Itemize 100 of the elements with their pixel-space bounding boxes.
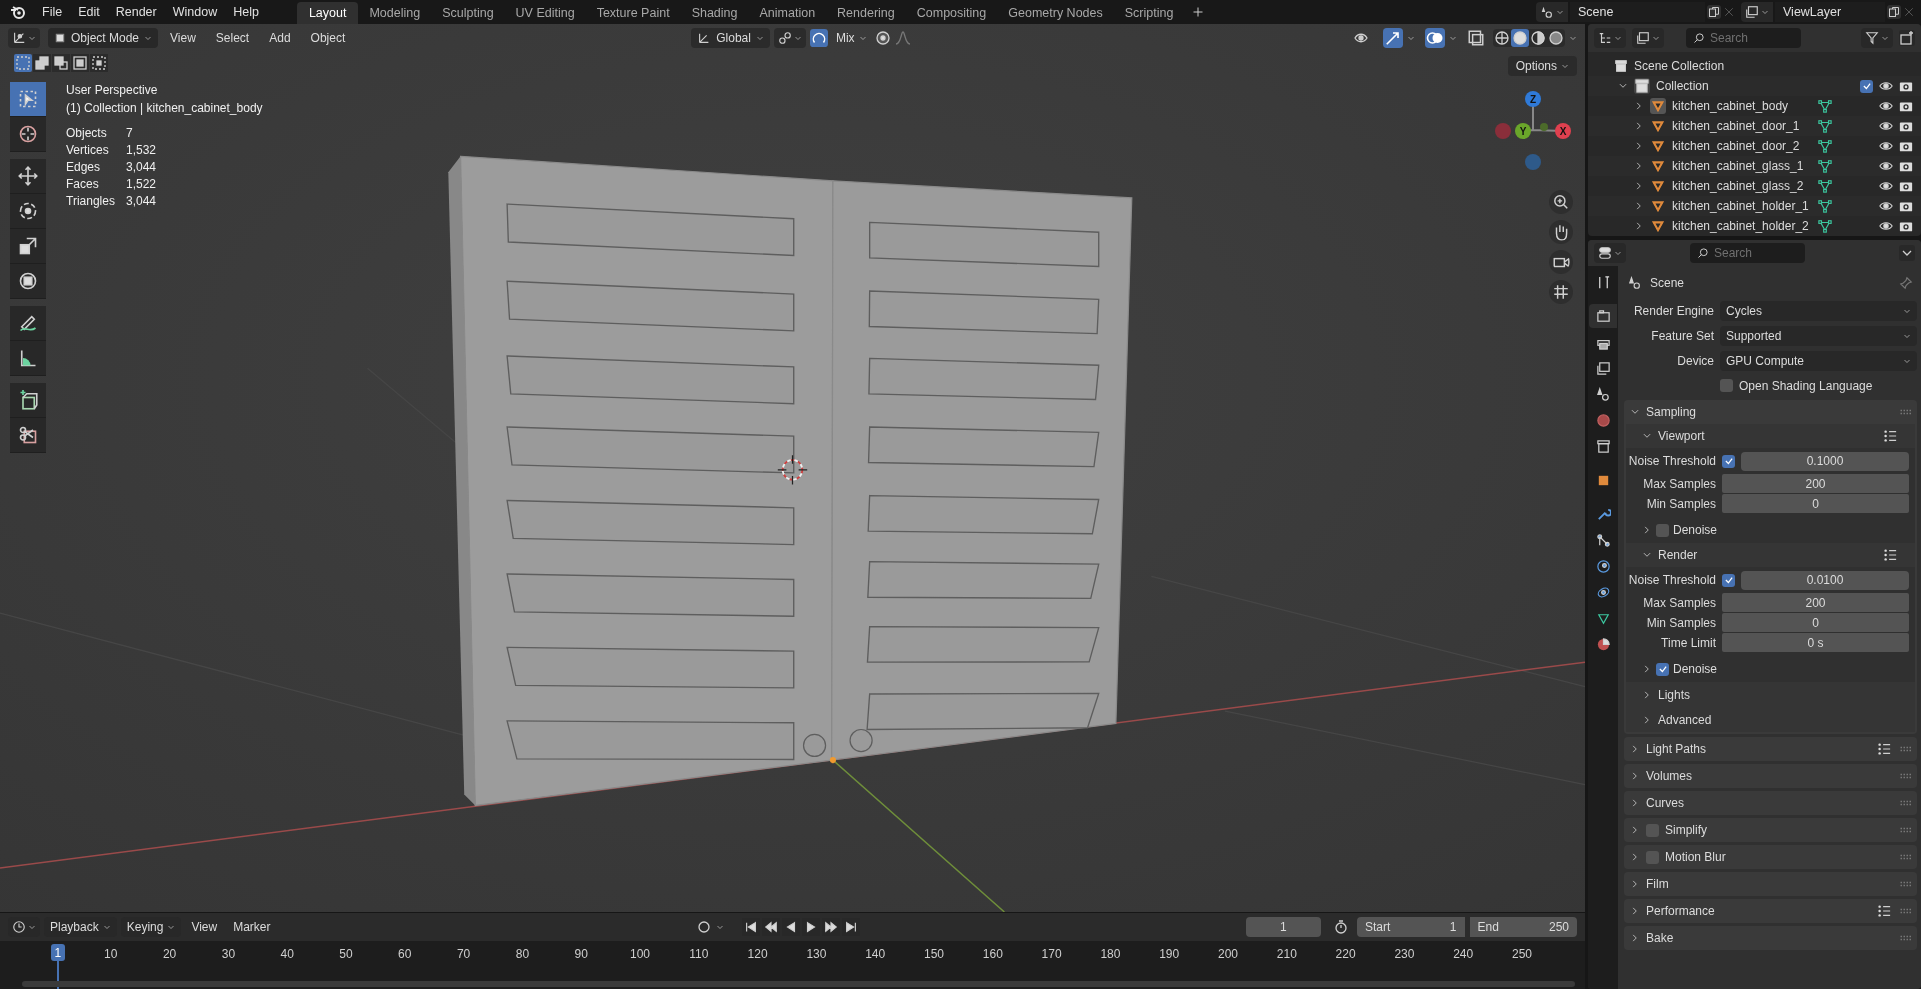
checkbox[interactable] — [1860, 79, 1873, 93]
chevron-icon[interactable] — [1618, 81, 1628, 91]
subpanel-title[interactable]: Denoise — [1673, 660, 1718, 678]
properties-tab[interactable] — [1589, 304, 1617, 328]
tool-button[interactable] — [10, 306, 46, 341]
proportional-edit-icon[interactable] — [874, 30, 891, 46]
mesh-data-icon[interactable] — [1818, 199, 1832, 213]
editor-type-dropdown[interactable] — [1594, 28, 1626, 48]
chevron-icon[interactable] — [1630, 933, 1640, 943]
start-frame-field[interactable]: Start 1 — [1357, 917, 1465, 937]
outliner-item[interactable]: Collection — [1656, 77, 1709, 95]
selection-mode-icon[interactable] — [52, 54, 70, 72]
blender-logo-icon[interactable] — [10, 4, 26, 20]
scene-type-dropdown[interactable] — [1536, 2, 1568, 22]
tool-button[interactable] — [10, 418, 46, 453]
panel-title[interactable]: Light Paths — [1646, 740, 1707, 758]
copy-icon[interactable] — [1887, 5, 1901, 19]
tool-button[interactable] — [10, 117, 46, 152]
end-frame-field[interactable]: End 250 — [1469, 917, 1577, 937]
chevron-icon[interactable] — [1630, 744, 1640, 754]
checkbox[interactable] — [1656, 523, 1669, 537]
mesh-data-icon[interactable] — [1818, 139, 1832, 153]
subpanel-title[interactable]: Advanced — [1658, 710, 1712, 729]
tool-button[interactable] — [10, 264, 46, 299]
workspace-tab[interactable]: Animation — [748, 2, 827, 24]
checkbox[interactable] — [1646, 850, 1659, 864]
menu-item[interactable]: Edit — [70, 2, 108, 22]
eye-icon[interactable] — [1879, 219, 1893, 233]
editor-type-dropdown[interactable] — [8, 28, 40, 48]
eye-icon[interactable] — [1879, 159, 1893, 173]
tool-button[interactable] — [10, 341, 46, 376]
eye-icon[interactable] — [1879, 79, 1893, 93]
new-collection-icon[interactable] — [1899, 30, 1915, 46]
checkbox[interactable] — [1656, 662, 1669, 676]
panel-title[interactable]: Performance — [1646, 902, 1715, 920]
presets-icon[interactable] — [1883, 429, 1897, 443]
chevron-icon[interactable] — [1642, 714, 1652, 725]
rendered-shading-icon[interactable] — [1547, 29, 1565, 47]
checkbox[interactable] — [1646, 823, 1659, 837]
mesh-data-icon[interactable] — [1818, 99, 1832, 113]
outliner-item[interactable]: kitchen_cabinet_door_1 — [1672, 117, 1812, 135]
scene-type-dropdown[interactable] — [1741, 2, 1773, 22]
panel-title[interactable]: Simplify — [1665, 821, 1707, 839]
checkbox[interactable] — [1720, 379, 1733, 392]
search-field[interactable]: Search — [1690, 243, 1805, 263]
menu-item[interactable]: Help — [225, 2, 267, 22]
caret-icon[interactable] — [1899, 245, 1915, 261]
chevron-icon[interactable] — [1642, 431, 1652, 441]
dropdown-field[interactable]: GPU Compute — [1720, 350, 1917, 371]
add-icon[interactable] — [1192, 6, 1205, 18]
display-mode-dropdown[interactable] — [1632, 28, 1664, 48]
workspace-tab[interactable]: Layout — [296, 2, 359, 24]
chevron-icon[interactable] — [1642, 550, 1652, 560]
chevron-icon[interactable] — [1642, 525, 1652, 535]
outliner-item[interactable]: kitchen_cabinet_holder_1 — [1672, 197, 1812, 215]
panel-title[interactable]: Film — [1646, 875, 1669, 893]
workspace-tab[interactable]: Shading — [680, 2, 749, 24]
eye-icon[interactable] — [1879, 199, 1893, 213]
selection-mode-icon[interactable] — [33, 54, 51, 72]
pivot-dropdown[interactable] — [773, 28, 806, 48]
search-field[interactable]: Search — [1686, 28, 1801, 48]
panel-title[interactable]: Sampling — [1646, 403, 1697, 421]
number-field[interactable]: 0 — [1722, 613, 1909, 632]
outliner-item[interactable]: kitchen_cabinet_door_2 — [1672, 137, 1812, 155]
dropdown-field[interactable]: Supported — [1720, 325, 1917, 346]
scrollbar[interactable] — [22, 981, 1575, 987]
panel-title[interactable]: Volumes — [1646, 767, 1693, 785]
workspace-tab[interactable]: Modeling — [358, 2, 432, 24]
workspace-tab[interactable]: UV Editing — [504, 2, 586, 24]
outliner-item[interactable]: kitchen_cabinet_glass_1 — [1672, 157, 1812, 175]
outliner-item[interactable]: kitchen_cabinet_body — [1672, 97, 1812, 115]
tool-button[interactable] — [10, 383, 46, 418]
chevron-icon[interactable] — [1630, 407, 1640, 417]
checkbox[interactable] — [1722, 573, 1735, 587]
mesh-data-icon[interactable] — [1818, 179, 1832, 193]
menu-dropdown[interactable]: Keying — [120, 917, 182, 937]
selection-mode-icon[interactable] — [90, 54, 108, 72]
menu-dropdown[interactable]: Marker — [227, 917, 277, 937]
wireframe-icon[interactable] — [1493, 29, 1511, 47]
number-field[interactable]: 0 s — [1722, 633, 1909, 652]
chevron-icon[interactable] — [1642, 689, 1652, 700]
mesh-data-icon[interactable] — [1818, 219, 1832, 233]
eye-icon[interactable] — [1879, 139, 1893, 153]
mesh-data-icon[interactable] — [1818, 119, 1832, 133]
outliner-item[interactable]: Scene Collection — [1634, 57, 1725, 75]
tool-button[interactable] — [10, 159, 46, 194]
chevron-icon[interactable] — [1630, 906, 1640, 916]
number-field[interactable]: 200 — [1722, 474, 1909, 493]
outliner-item[interactable]: kitchen_cabinet_glass_2 — [1672, 177, 1812, 195]
selection-mode-icon[interactable] — [71, 54, 89, 72]
subpanel-title[interactable]: Denoise — [1673, 521, 1718, 539]
workspace-tab[interactable]: Geometry Nodes — [997, 2, 1114, 24]
dropdown-field[interactable]: Cycles — [1720, 300, 1917, 321]
outliner-item[interactable]: kitchen_cabinet_holder_2 — [1672, 217, 1812, 235]
presets-icon[interactable] — [1877, 904, 1891, 918]
menu-item[interactable]: Window — [164, 2, 226, 22]
panel-title[interactable]: Motion Blur — [1665, 848, 1726, 866]
workspace-tab[interactable]: Rendering — [826, 2, 906, 24]
workspace-tab[interactable]: Sculpting — [431, 2, 505, 24]
eye-icon[interactable] — [1879, 119, 1893, 133]
